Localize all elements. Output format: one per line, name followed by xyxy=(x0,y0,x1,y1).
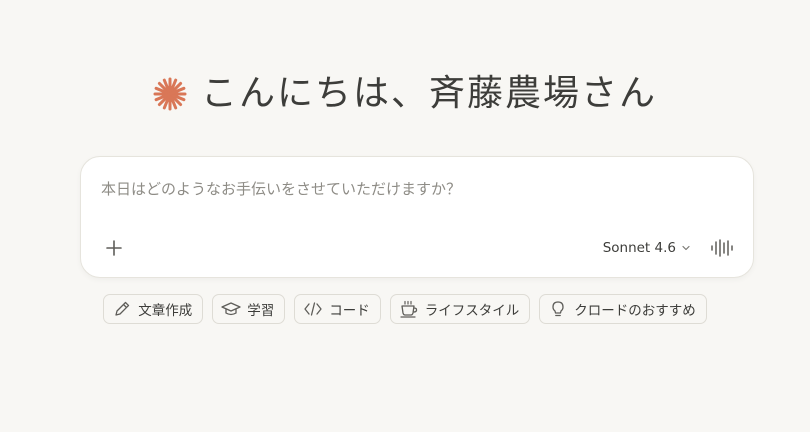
graduation-cap-icon xyxy=(221,299,241,319)
model-label: Sonnet 4.6 xyxy=(602,240,676,256)
chip-code[interactable]: コード xyxy=(294,294,381,324)
chevron-down-icon xyxy=(682,245,690,251)
app-page: こんにちは、斉藤農場さん Sonnet 4.6 xyxy=(0,0,810,432)
voice-mode-button[interactable] xyxy=(709,235,735,261)
chip-writing[interactable]: 文章作成 xyxy=(103,294,204,324)
voice-waveform-icon xyxy=(711,239,733,257)
code-icon xyxy=(303,299,323,319)
chip-lifestyle[interactable]: ライフスタイル xyxy=(389,294,531,324)
chip-label: 学習 xyxy=(247,303,275,319)
greeting-text: こんにちは、斉藤農場さん xyxy=(200,73,657,114)
chip-label: ライフスタイル xyxy=(424,303,520,319)
claude-logo-icon xyxy=(153,77,187,111)
add-button[interactable] xyxy=(101,235,127,261)
plus-icon xyxy=(106,240,122,256)
chip-label: クロードのおすすめ xyxy=(574,303,696,319)
suggestion-chips: 文章作成 学習 コード ライフスタイル クロードのおすすめ xyxy=(0,294,810,324)
chip-label: コード xyxy=(329,303,370,319)
model-selector[interactable]: Sonnet 4.6 xyxy=(603,235,691,261)
lightbulb-icon xyxy=(548,299,568,319)
chip-claude-recommendations[interactable]: クロードのおすすめ xyxy=(539,294,707,324)
message-input[interactable] xyxy=(101,177,721,201)
message-composer: Sonnet 4.6 xyxy=(80,156,754,278)
chip-label: 文章作成 xyxy=(138,303,193,319)
coffee-cup-icon xyxy=(399,299,419,319)
chip-learning[interactable]: 学習 xyxy=(212,294,286,324)
pencil-icon xyxy=(112,299,132,319)
greeting-header: こんにちは、斉藤農場さん xyxy=(0,70,810,118)
